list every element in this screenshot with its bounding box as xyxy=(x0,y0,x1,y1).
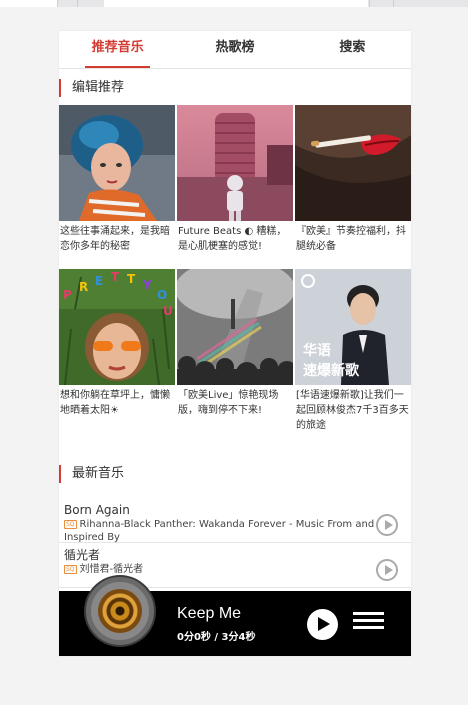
album-disc[interactable] xyxy=(86,577,154,645)
play-icon[interactable] xyxy=(376,559,398,581)
playlist-card[interactable]: Future Beats ◐ 糟糕，是心肌梗塞的感觉! xyxy=(177,105,293,269)
song-name: Born Again xyxy=(64,503,130,517)
playlist-grid: 这些往事涌起来，是我暗恋你多年的秘密 Future Beats ◐ 糟糕，是心肌… xyxy=(59,105,411,433)
music-player-bar: Keep Me 0分0秒 / 3分4秒 xyxy=(59,577,411,656)
sq-badge: SQ xyxy=(64,565,77,574)
svg-text:T: T xyxy=(127,272,136,286)
playback-time: 0分0秒 / 3分4秒 xyxy=(177,632,256,643)
strip-divider xyxy=(369,0,370,7)
playlist-title[interactable]: [华语速爆新歌]让我们一起回顾林俊杰7千3百多天的旅途 xyxy=(295,385,411,433)
playlist-card[interactable]: 『欧美』节奏控福利，抖腿统必备 xyxy=(295,105,411,269)
svg-text:U: U xyxy=(163,304,173,318)
strip-divider xyxy=(393,0,394,7)
svg-text:T: T xyxy=(111,270,120,284)
playlist-title[interactable]: 这些往事涌起来，是我暗恋你多年的秘密 xyxy=(59,221,175,269)
browser-top-strip xyxy=(0,0,468,7)
song-list: Born Again SQ Rihanna-Black Panther: Waka… xyxy=(59,498,411,588)
svg-text:P: P xyxy=(63,288,72,302)
strip-divider xyxy=(77,0,78,7)
song-name: 循光者 xyxy=(64,548,101,562)
song-artist: SQ Rihanna-Black Panther: Wakanda Forever… xyxy=(64,518,411,544)
playlist-menu-icon[interactable] xyxy=(353,612,384,636)
artist-album-text: 刘惜君-循光者 xyxy=(79,564,144,575)
song-item[interactable]: Born Again SQ Rihanna-Black Panther: Waka… xyxy=(59,498,411,543)
strip-segment xyxy=(104,0,368,7)
girl-grass-cover[interactable]: PR ET TY OU xyxy=(59,269,175,385)
now-playing-title: Keep Me xyxy=(177,605,242,622)
tower-astronaut-cover[interactable] xyxy=(177,105,293,221)
strip-divider xyxy=(57,0,58,7)
concert-crowd-cover[interactable] xyxy=(177,269,293,385)
playlist-card[interactable]: 这些往事涌起来，是我暗恋你多年的秘密 xyxy=(59,105,175,269)
playlist-card[interactable]: 华语 速爆新歌 [华语速爆新歌]让我们一起回顾林俊杰7千3百多天的旅途 xyxy=(295,269,411,433)
girl-painting-cover[interactable] xyxy=(59,105,175,221)
section-title-editor-picks: 编辑推荐 xyxy=(59,79,124,97)
music-app: 推荐音乐 热歌榜 搜索 编辑推荐 这些往事涌起来，是我暗恋你多年的秘密 Futu… xyxy=(59,31,411,656)
playlist-title[interactable]: Future Beats ◐ 糟糕，是心肌梗塞的感觉! xyxy=(177,221,293,269)
playlist-title[interactable]: 『欧美』节奏控福利，抖腿统必备 xyxy=(295,221,411,269)
tab-search[interactable]: 搜索 xyxy=(294,31,411,68)
play-icon[interactable] xyxy=(376,514,398,536)
playlist-card[interactable]: 「欧美Live」惊艳现场版，嗨到停不下来! xyxy=(177,269,293,433)
svg-text:华语: 华语 xyxy=(303,342,331,359)
song-artist: SQ 刘惜君-循光者 xyxy=(64,563,411,576)
tab-recommend[interactable]: 推荐音乐 xyxy=(59,31,176,68)
album-art-swirl xyxy=(98,589,142,633)
playlist-card[interactable]: PR ET TY OU 想和你躺在草坪上，慵懒地晒着太阳☀ xyxy=(59,269,175,433)
svg-text:Y: Y xyxy=(142,278,152,292)
svg-text:R: R xyxy=(79,280,88,294)
play-button[interactable] xyxy=(307,609,338,640)
svg-text:O: O xyxy=(157,288,167,302)
artist-album-text: Rihanna-Black Panther: Wakanda Forever -… xyxy=(64,519,375,543)
tab-hot-songs[interactable]: 热歌榜 xyxy=(176,31,293,68)
sq-badge: SQ xyxy=(64,520,77,529)
strip-segment xyxy=(0,0,58,7)
section-title-latest-music: 最新音乐 xyxy=(59,465,124,483)
red-lips-cover[interactable] xyxy=(295,105,411,221)
playlist-title[interactable]: 「欧美Live」惊艳现场版，嗨到停不下来! xyxy=(177,385,293,433)
tab-bar: 推荐音乐 热歌榜 搜索 xyxy=(59,31,411,69)
svg-text:E: E xyxy=(95,274,103,288)
svg-text:速爆新歌: 速爆新歌 xyxy=(303,362,360,379)
singer-cover[interactable]: 华语 速爆新歌 xyxy=(295,269,411,385)
playlist-title[interactable]: 想和你躺在草坪上，慵懒地晒着太阳☀ xyxy=(59,385,175,433)
